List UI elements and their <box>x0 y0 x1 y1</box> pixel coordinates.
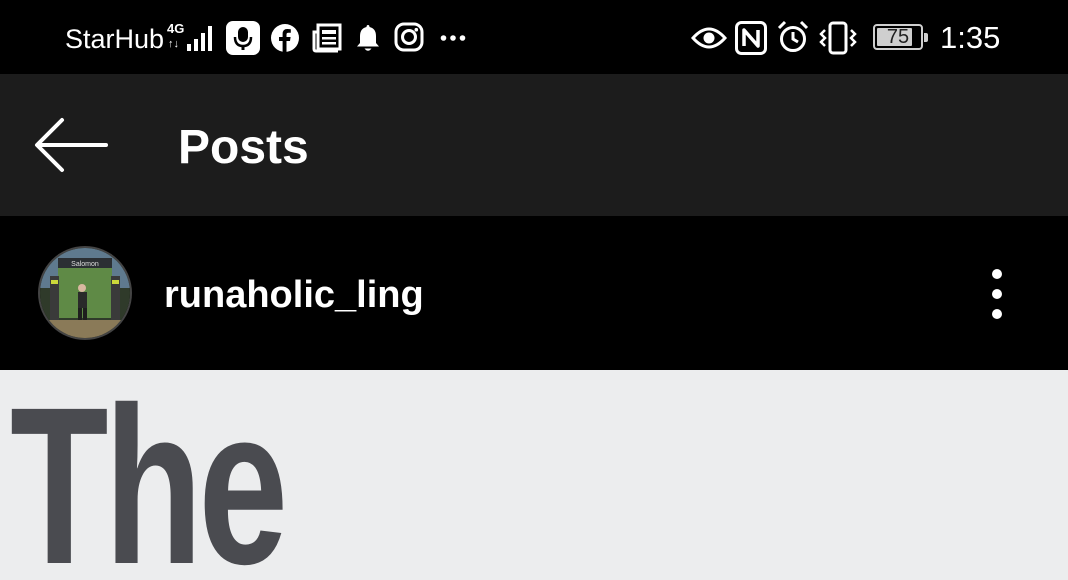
eye-icon <box>691 26 727 66</box>
network-type-label: 4G <box>167 21 184 36</box>
post-username[interactable]: runaholic_ling <box>164 273 424 317</box>
vertical-dots-icon <box>992 269 1002 319</box>
vibrate-icon <box>818 21 858 61</box>
avatar[interactable]: Salomon <box>40 248 130 338</box>
carrier-name: StarHub <box>65 24 165 54</box>
avatar-image: Salomon <box>40 248 130 338</box>
battery-percent: 75 <box>886 26 910 48</box>
post-header: Salomon runaholic_ling <box>0 216 1068 370</box>
facebook-icon <box>270 23 300 63</box>
news-icon <box>312 23 342 63</box>
post-image[interactable]: The <box>0 370 1068 580</box>
bell-icon <box>355 23 381 63</box>
instagram-icon <box>394 22 424 62</box>
microphone-icon <box>226 21 260 61</box>
back-button[interactable] <box>28 114 112 176</box>
more-notifications-icon <box>440 34 466 74</box>
alarm-icon <box>777 20 809 60</box>
status-bar: StarHub 4G ↑↓ 75 1:35 <box>0 0 1068 74</box>
avatar-banner-text: Salomon <box>71 261 99 268</box>
battery-icon: 75 <box>873 24 928 50</box>
signal-icon: 4G ↑↓ <box>167 20 219 60</box>
svg-text:↑↓: ↑↓ <box>168 38 179 50</box>
status-time: 1:35 <box>940 20 1001 55</box>
nfc-icon <box>735 21 767 61</box>
top-app-bar: Posts <box>0 74 1068 216</box>
post-image-text: The <box>10 370 288 580</box>
more-options-button[interactable] <box>978 266 1016 322</box>
page-title: Posts <box>178 121 309 174</box>
arrow-left-icon <box>35 118 108 172</box>
